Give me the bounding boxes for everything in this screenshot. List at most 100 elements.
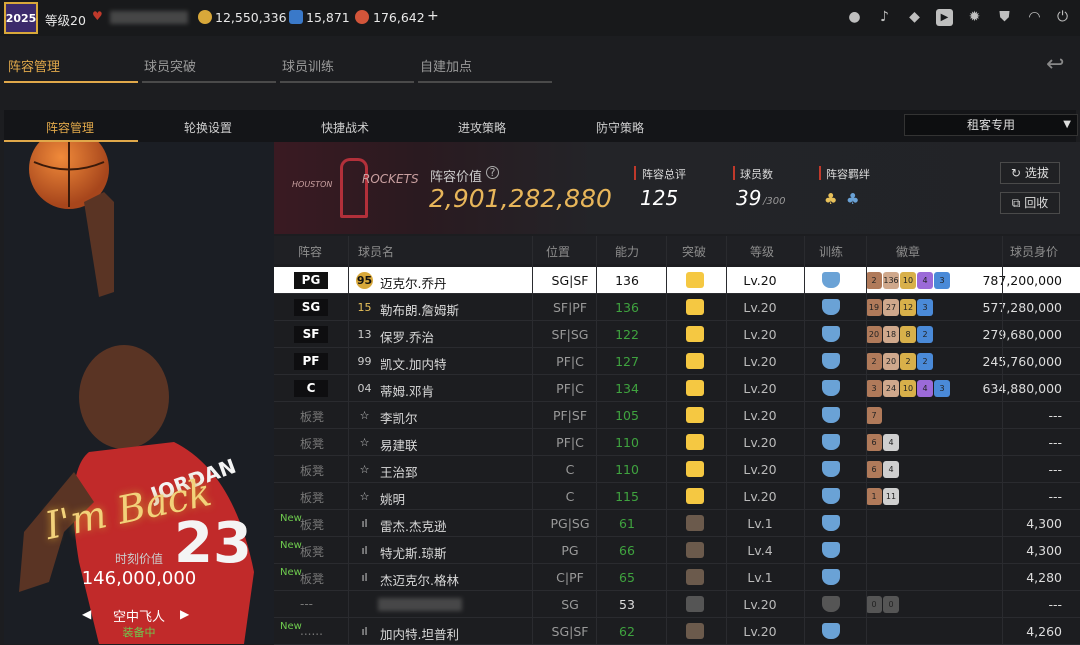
col-badges[interactable]: 徽章 — [896, 243, 920, 260]
subtab-quick-tactics[interactable]: 快捷战术 — [321, 119, 369, 136]
col-slot[interactable]: 阵容 — [298, 243, 322, 260]
training-shield-icon[interactable] — [822, 515, 840, 531]
training-shield-icon[interactable] — [822, 299, 840, 315]
player-name[interactable]: 加内特.坦普利 — [380, 624, 459, 643]
subtab-offense[interactable]: 进攻策略 — [458, 119, 506, 136]
col-ability[interactable]: 能力 — [615, 243, 639, 260]
player-name[interactable]: 姚明 — [380, 489, 405, 508]
table-row[interactable]: --- SG 53 Lv.20 0 0 --- — [274, 591, 1080, 618]
video-play-icon[interactable]: ▶ — [936, 9, 953, 26]
training-shield-icon[interactable] — [822, 488, 840, 504]
col-value[interactable]: 球员身价 — [1010, 243, 1058, 260]
breakthrough-crown-icon[interactable] — [686, 407, 704, 423]
back-arrow-icon[interactable]: ↩ — [1046, 52, 1064, 77]
bond-gold-icon[interactable]: ♣ — [824, 190, 837, 208]
headset-icon[interactable]: ◠ — [1026, 9, 1043, 26]
table-row[interactable]: New 板凳 ıl 杰迈克尔.格林 C|PF 65 Lv.1 4,280 — [274, 564, 1080, 591]
badge-list[interactable]: 1 11 — [866, 488, 900, 505]
training-shield-icon[interactable] — [822, 542, 840, 558]
breakthrough-crown-icon[interactable] — [686, 569, 704, 585]
badge-list[interactable]: 3 24 10 4 3 — [866, 380, 951, 397]
col-position[interactable]: 位置 — [546, 243, 570, 260]
recycle-button[interactable]: ⧉ 回收 — [1000, 192, 1060, 214]
training-shield-icon[interactable] — [822, 326, 840, 342]
breakthrough-crown-icon[interactable] — [686, 515, 704, 531]
badge-list[interactable]: 2 20 2 2 — [866, 353, 934, 370]
badge-list[interactable]: 00 — [866, 596, 900, 613]
breakthrough-crown-icon[interactable] — [686, 299, 704, 315]
training-shield-icon[interactable] — [822, 623, 840, 639]
training-shield-icon[interactable] — [822, 353, 840, 369]
training-shield-icon[interactable] — [822, 434, 840, 450]
tab-breakthrough[interactable]: 球员突破 — [144, 56, 196, 75]
subtab-rotation[interactable]: 轮换设置 — [184, 119, 232, 136]
breakthrough-crown-icon[interactable] — [686, 596, 704, 612]
table-row[interactable]: PG 95 迈克尔.乔丹 SG|SF 136 Lv.20 2 136 10 4 3 787,200,0… — [274, 267, 1080, 294]
badge-list[interactable]: 2 136 10 4 3 — [866, 272, 951, 289]
table-row[interactable]: 板凳 ☆ 李凯尔 PF|SF 105 Lv.20 7 --- — [274, 402, 1080, 429]
col-breakthrough[interactable]: 突破 — [682, 243, 706, 260]
power-icon[interactable]: ⏻ — [1054, 9, 1071, 26]
breakthrough-crown-icon[interactable] — [686, 461, 704, 477]
table-row[interactable]: SG 15 勒布朗.詹姆斯 SF|PF 136 Lv.20 19 27 12 3 577,280,0… — [274, 294, 1080, 321]
training-shield-icon[interactable] — [822, 461, 840, 477]
badge-list[interactable]: 64 — [866, 461, 900, 478]
next-arrow-icon[interactable]: ▶ — [180, 607, 189, 621]
breakthrough-crown-icon[interactable] — [686, 272, 704, 288]
player-name[interactable]: 李凯尔 — [380, 408, 418, 427]
player-name[interactable]: 雷杰.杰克逊 — [380, 516, 446, 535]
badge-list[interactable]: 20 18 8 2 — [866, 326, 934, 343]
col-training[interactable]: 训练 — [819, 243, 843, 260]
player-name[interactable]: 勒布朗.詹姆斯 — [380, 300, 459, 319]
breakthrough-crown-icon[interactable] — [686, 326, 704, 342]
subtab-defense[interactable]: 防守策略 — [596, 119, 644, 136]
bond-blue-icon[interactable]: ♣ — [846, 190, 859, 208]
breakthrough-crown-icon[interactable] — [686, 488, 704, 504]
breakthrough-crown-icon[interactable] — [686, 353, 704, 369]
tab-training[interactable]: 球员训练 — [282, 56, 334, 75]
badge-list[interactable]: 64 — [866, 434, 900, 451]
lineup-select-dropdown[interactable]: 租客专用 ▼ — [904, 114, 1078, 136]
help-icon[interactable]: ? — [486, 166, 499, 179]
player-name[interactable]: 蒂姆.邓肯 — [380, 381, 434, 400]
tab-custom-points[interactable]: 自建加点 — [420, 56, 472, 75]
training-shield-icon[interactable] — [822, 569, 840, 585]
training-shield-icon[interactable] — [822, 380, 840, 396]
badge-list[interactable]: 19 27 12 3 — [866, 299, 934, 316]
shield-icon[interactable]: ⛊ — [996, 9, 1013, 26]
table-row[interactable]: SF 13 保罗.乔治 SF|SG 122 Lv.20 20 18 8 2 279,680,000 — [274, 321, 1080, 348]
table-row[interactable]: New 板凳 ıl 雷杰.杰克逊 PG|SG 61 Lv.1 4,300 — [274, 510, 1080, 537]
tab-lineup[interactable]: 阵容管理 — [8, 56, 60, 75]
table-row[interactable]: New...... ıl 加内特.坦普利 SG|SF 62 Lv.20 4,260 — [274, 618, 1080, 645]
player-name[interactable]: 迈克尔.乔丹 — [380, 273, 446, 292]
table-row[interactable]: 板凳 ☆ 王治郅 C 110 Lv.20 6 4 --- — [274, 456, 1080, 483]
training-shield-icon[interactable] — [822, 272, 840, 288]
table-row[interactable]: 板凳 ☆ 姚明 C 115 Lv.20 1 11 --- — [274, 483, 1080, 510]
badge-list[interactable]: 7 — [866, 407, 883, 424]
player-name[interactable]: 易建联 — [380, 435, 418, 454]
training-shield-icon[interactable] — [822, 407, 840, 423]
table-row[interactable]: PF 99 凯文.加内特 PF|C 127 Lv.20 2 20 2 2 245,760,000 — [274, 348, 1080, 375]
table-row[interactable]: New 板凳 ıl 特尤斯.琼斯 PG 66 Lv.4 4,300 — [274, 537, 1080, 564]
table-row[interactable]: 板凳 ☆ 易建联 PF|C 110 Lv.20 6 4 --- — [274, 429, 1080, 456]
breakthrough-crown-icon[interactable] — [686, 623, 704, 639]
settings-gear-icon[interactable]: ✹ — [966, 9, 983, 26]
breakthrough-crown-icon[interactable] — [686, 434, 704, 450]
col-level[interactable]: 等级 — [750, 243, 774, 260]
featured-player-card[interactable]: JORDAN 23 I'm Back 时刻价值 146,000,000 ◀ 空中… — [4, 142, 274, 644]
player-name[interactable]: 凯文.加内特 — [380, 354, 446, 373]
notification-bell-icon[interactable]: ♪ — [876, 9, 893, 26]
select-button[interactable]: ↻ 选拔 — [1000, 162, 1060, 184]
friends-icon[interactable]: ◆ — [906, 9, 923, 26]
profile-icon[interactable]: ● — [846, 9, 863, 26]
player-name[interactable]: 杰迈克尔.格林 — [380, 570, 459, 589]
table-row[interactable]: C 04 蒂姆.邓肯 PF|C 134 Lv.20 3 24 10 4 3 634,880,000 — [274, 375, 1080, 402]
breakthrough-crown-icon[interactable] — [686, 542, 704, 558]
player-name[interactable]: 王治郅 — [380, 462, 418, 481]
breakthrough-crown-icon[interactable] — [686, 380, 704, 396]
player-name[interactable]: 保罗.乔治 — [380, 327, 434, 346]
col-name[interactable]: 球员名 — [358, 243, 394, 260]
training-shield-icon[interactable] — [822, 596, 840, 612]
add-currency-button[interactable]: + — [427, 8, 439, 24]
player-name[interactable]: 特尤斯.琼斯 — [380, 543, 446, 562]
